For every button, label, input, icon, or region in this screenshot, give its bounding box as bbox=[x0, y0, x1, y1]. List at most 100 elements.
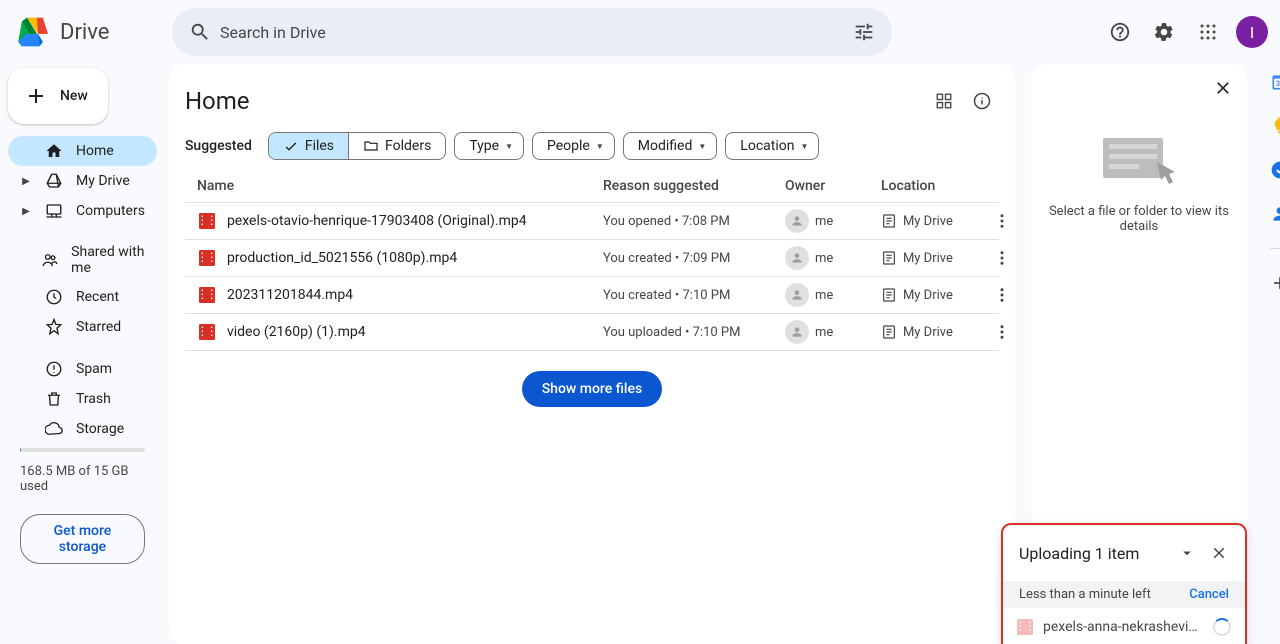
sidebar-item-spam[interactable]: Spam bbox=[8, 354, 157, 384]
video-file-icon bbox=[199, 250, 215, 266]
reason-text: You opened • 7:08 PM bbox=[603, 214, 785, 229]
reason-text: You created • 7:10 PM bbox=[603, 288, 785, 303]
expand-icon[interactable]: ▶ bbox=[20, 176, 32, 187]
sidebar-item-computers[interactable]: ▶ Computers bbox=[8, 196, 157, 226]
folder-icon bbox=[363, 138, 379, 154]
col-reason: Reason suggested bbox=[603, 178, 785, 194]
contacts-icon[interactable] bbox=[1270, 204, 1280, 224]
sidebar-item-trash[interactable]: Trash bbox=[8, 384, 157, 414]
upload-file-name: pexels-anna-nekrashevich-6794223 (... bbox=[1043, 619, 1203, 635]
chevron-down-icon: ▼ bbox=[596, 142, 604, 151]
filter-modified-label: Modified bbox=[638, 138, 693, 154]
more-actions-icon[interactable] bbox=[993, 323, 1013, 341]
col-location: Location bbox=[881, 178, 993, 194]
close-details-icon[interactable] bbox=[1207, 72, 1239, 104]
file-name: video (2160p) (1).mp4 bbox=[227, 324, 366, 340]
video-file-icon bbox=[199, 324, 215, 340]
spam-icon bbox=[44, 360, 64, 378]
table-row[interactable]: production_id_5021556 (1080p).mp4 You cr… bbox=[185, 240, 999, 277]
file-name: pexels-otavio-henrique-17903408 (Origina… bbox=[227, 213, 527, 229]
storage-icon bbox=[44, 420, 64, 438]
check-icon bbox=[283, 138, 299, 154]
apps-icon[interactable] bbox=[1188, 12, 1228, 52]
sidebar-item-starred[interactable]: Starred bbox=[8, 312, 157, 342]
suggested-label: Suggested bbox=[185, 138, 252, 154]
location-text: My Drive bbox=[903, 251, 953, 266]
show-more-button[interactable]: Show more files bbox=[522, 371, 662, 407]
star-icon bbox=[44, 318, 64, 336]
sidebar-item-label: Starred bbox=[76, 319, 121, 335]
avatar[interactable]: I bbox=[1236, 16, 1268, 48]
sidebar-item-recent[interactable]: Recent bbox=[8, 282, 157, 312]
seg-files[interactable]: Files bbox=[269, 133, 349, 159]
rail-divider bbox=[1270, 248, 1280, 249]
placeholder-illustration-icon bbox=[1099, 132, 1179, 188]
home-icon bbox=[44, 142, 64, 160]
location-icon bbox=[881, 287, 897, 303]
recent-icon bbox=[44, 288, 64, 306]
table-row[interactable]: 202311201844.mp4 You created • 7:10 PM m… bbox=[185, 277, 999, 314]
location-icon bbox=[881, 324, 897, 340]
app-name: Drive bbox=[60, 20, 109, 45]
owner-text: me bbox=[815, 288, 833, 303]
filter-modified[interactable]: Modified▼ bbox=[623, 132, 718, 160]
owner-avatar-icon bbox=[785, 209, 809, 233]
tasks-icon[interactable] bbox=[1270, 160, 1280, 180]
location-icon bbox=[881, 250, 897, 266]
logo-wrap[interactable]: Drive bbox=[12, 12, 172, 52]
filter-type[interactable]: Type▼ bbox=[454, 132, 524, 160]
sidebar-item-shared[interactable]: Shared with me bbox=[8, 238, 157, 282]
new-button-label: New bbox=[60, 88, 88, 104]
seg-folders[interactable]: Folders bbox=[349, 133, 445, 159]
sidebar-item-label: Computers bbox=[76, 203, 145, 219]
storage-bar bbox=[20, 448, 145, 452]
sidebar-item-home[interactable]: Home bbox=[8, 136, 157, 166]
grid-view-icon[interactable] bbox=[927, 84, 961, 118]
drive-logo-icon bbox=[12, 12, 52, 52]
location-icon bbox=[881, 213, 897, 229]
sidebar-item-mydrive[interactable]: ▶ My Drive bbox=[8, 166, 157, 196]
sidebar: New Home ▶ My Drive ▶ Computers Shared w… bbox=[0, 64, 169, 644]
upload-item[interactable]: pexels-anna-nekrashevich-6794223 (... bbox=[1003, 608, 1245, 644]
more-actions-icon[interactable] bbox=[993, 212, 1013, 230]
help-icon[interactable] bbox=[1100, 12, 1140, 52]
page-title: Home bbox=[185, 87, 250, 115]
video-file-icon bbox=[199, 213, 215, 229]
more-actions-icon[interactable] bbox=[993, 249, 1013, 267]
svg-text:31: 31 bbox=[1276, 79, 1280, 88]
upload-status: Less than a minute left Cancel bbox=[1003, 581, 1245, 608]
trash-icon bbox=[44, 390, 64, 408]
owner-text: me bbox=[815, 251, 833, 266]
sidebar-item-storage[interactable]: Storage bbox=[8, 414, 157, 444]
expand-icon[interactable]: ▶ bbox=[20, 206, 32, 217]
close-upload-icon[interactable] bbox=[1205, 539, 1233, 567]
filter-people[interactable]: People ▼ bbox=[532, 132, 615, 160]
search-bar bbox=[172, 8, 892, 56]
table-row[interactable]: pexels-otavio-henrique-17903408 (Origina… bbox=[185, 203, 999, 240]
get-storage-button[interactable]: Get more storage bbox=[20, 514, 145, 564]
seg-folders-label: Folders bbox=[385, 138, 431, 154]
collapse-upload-icon[interactable] bbox=[1173, 539, 1201, 567]
table-row[interactable]: video (2160p) (1).mp4 You uploaded • 7:1… bbox=[185, 314, 999, 351]
filter-location-label: Location bbox=[740, 138, 794, 154]
settings-icon[interactable] bbox=[1144, 12, 1184, 52]
upload-cancel-button[interactable]: Cancel bbox=[1189, 587, 1229, 602]
search-options-icon[interactable] bbox=[844, 12, 884, 52]
col-name[interactable]: Name bbox=[197, 178, 603, 194]
spinner-icon bbox=[1213, 618, 1231, 636]
location-text: My Drive bbox=[903, 214, 953, 229]
calendar-icon[interactable]: 31 bbox=[1270, 72, 1280, 92]
search-icon[interactable] bbox=[180, 12, 220, 52]
filter-location[interactable]: Location▼ bbox=[725, 132, 819, 160]
filter-people-label: People bbox=[547, 138, 590, 154]
location-text: My Drive bbox=[903, 325, 953, 340]
info-icon[interactable] bbox=[965, 84, 999, 118]
more-actions-icon[interactable] bbox=[993, 286, 1013, 304]
drive-icon bbox=[44, 172, 64, 190]
search-input[interactable] bbox=[220, 23, 844, 42]
location-text: My Drive bbox=[903, 288, 953, 303]
sidebar-item-label: My Drive bbox=[76, 173, 130, 189]
new-button[interactable]: New bbox=[8, 68, 108, 124]
keep-icon[interactable] bbox=[1270, 116, 1280, 136]
add-addon-icon[interactable] bbox=[1270, 273, 1280, 293]
